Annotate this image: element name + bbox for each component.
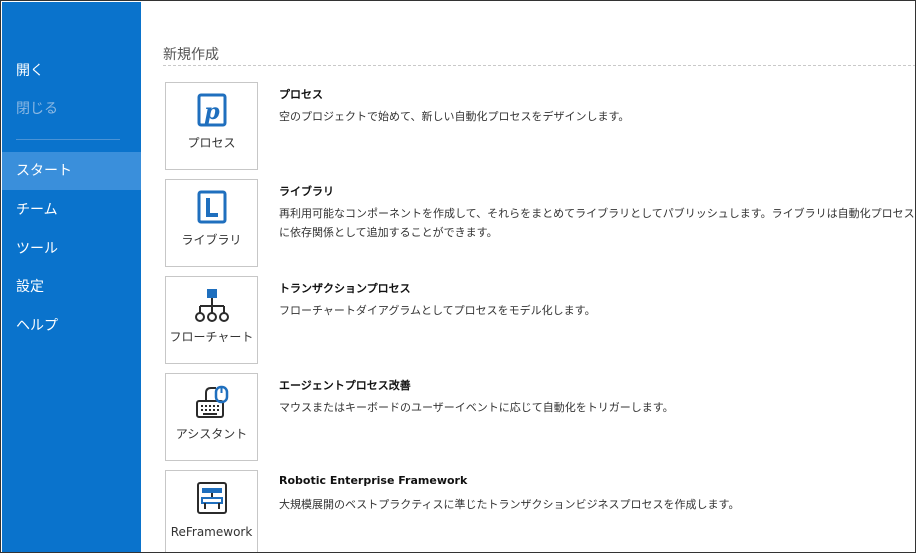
library-description: 再利用可能なコンポーネントを作成して、それらをまとめてライブラリとしてパブリッシ… (279, 207, 915, 239)
section-title: 新規作成 (163, 47, 219, 63)
flowchart-tile-label: フローチャート (169, 330, 254, 344)
library-tile-label: ライブラリ (181, 233, 242, 247)
sidebar-item-start[interactable]: スタート (2, 152, 141, 190)
flowchart-tile[interactable]: フローチャート (165, 276, 258, 364)
transaction-title: トランザクションプロセス (279, 282, 411, 295)
library-title: ライブラリ (279, 185, 334, 198)
process-icon: p (197, 93, 227, 127)
svg-text:p: p (204, 99, 220, 125)
process-description: 空のプロジェクトで始めて、新しい自動化プロセスをデザインします。 (279, 110, 630, 123)
assistant-tile[interactable]: アシスタント (165, 373, 258, 461)
main-panel: 新規作成 p プロセス プロセス 空のプロジェクトで始めて、新しい自動化プロセス… (141, 2, 915, 552)
template-row-agent: アシスタント エージェントプロセス改善 マウスまたはキーボードのユーザーイベント… (165, 373, 915, 461)
template-row-reframework: ReFramework Robotic Enterprise Framework… (165, 470, 915, 552)
flowchart-icon (195, 289, 229, 322)
reframework-tile-label: ReFramework (170, 525, 253, 539)
process-tile-label: プロセス (187, 136, 236, 150)
reframework-tile[interactable]: ReFramework (165, 470, 258, 552)
template-row-library: ライブラリ ライブラリ 再利用可能なコンポーネントを作成して、それらをまとめてラ… (165, 179, 915, 267)
sidebar: 開く 閉じる スタート チーム ツール 設定 ヘルプ (2, 2, 141, 552)
assistant-icon (196, 385, 229, 418)
sidebar-item-tools[interactable]: ツール (2, 230, 141, 268)
library-icon (197, 190, 227, 224)
sidebar-item-open[interactable]: 開く (2, 52, 141, 90)
reframework-title: Robotic Enterprise Framework (279, 474, 468, 487)
process-title: プロセス (279, 88, 323, 101)
assistant-tile-label: アシスタント (175, 427, 248, 441)
app-window: 開く 閉じる スタート チーム ツール 設定 ヘルプ 新規作成 p プロセス プ… (0, 0, 916, 553)
transaction-description: フローチャートダイアグラムとしてプロセスをモデル化します。 (279, 304, 596, 317)
agent-title: エージェントプロセス改善 (279, 379, 411, 392)
reframework-icon (197, 482, 227, 514)
section-divider (163, 65, 915, 66)
sidebar-divider (16, 139, 120, 140)
agent-description: マウスまたはキーボードのユーザーイベントに応じて自動化をトリガーします。 (279, 401, 674, 414)
sidebar-item-team[interactable]: チーム (2, 191, 141, 229)
sidebar-item-help[interactable]: ヘルプ (2, 307, 141, 345)
sidebar-item-settings[interactable]: 設定 (2, 268, 141, 306)
library-tile[interactable]: ライブラリ (165, 179, 258, 267)
template-row-transaction: フローチャート トランザクションプロセス フローチャートダイアグラムとしてプロセ… (165, 276, 915, 364)
sidebar-item-close: 閉じる (16, 101, 58, 117)
reframework-description: 大規模展開のベストプラクティスに準じたトランザクションビジネスプロセスを作成しま… (279, 498, 740, 511)
process-tile[interactable]: p プロセス (165, 82, 258, 170)
template-row-process: p プロセス プロセス 空のプロジェクトで始めて、新しい自動化プロセスをデザイン… (165, 82, 915, 170)
